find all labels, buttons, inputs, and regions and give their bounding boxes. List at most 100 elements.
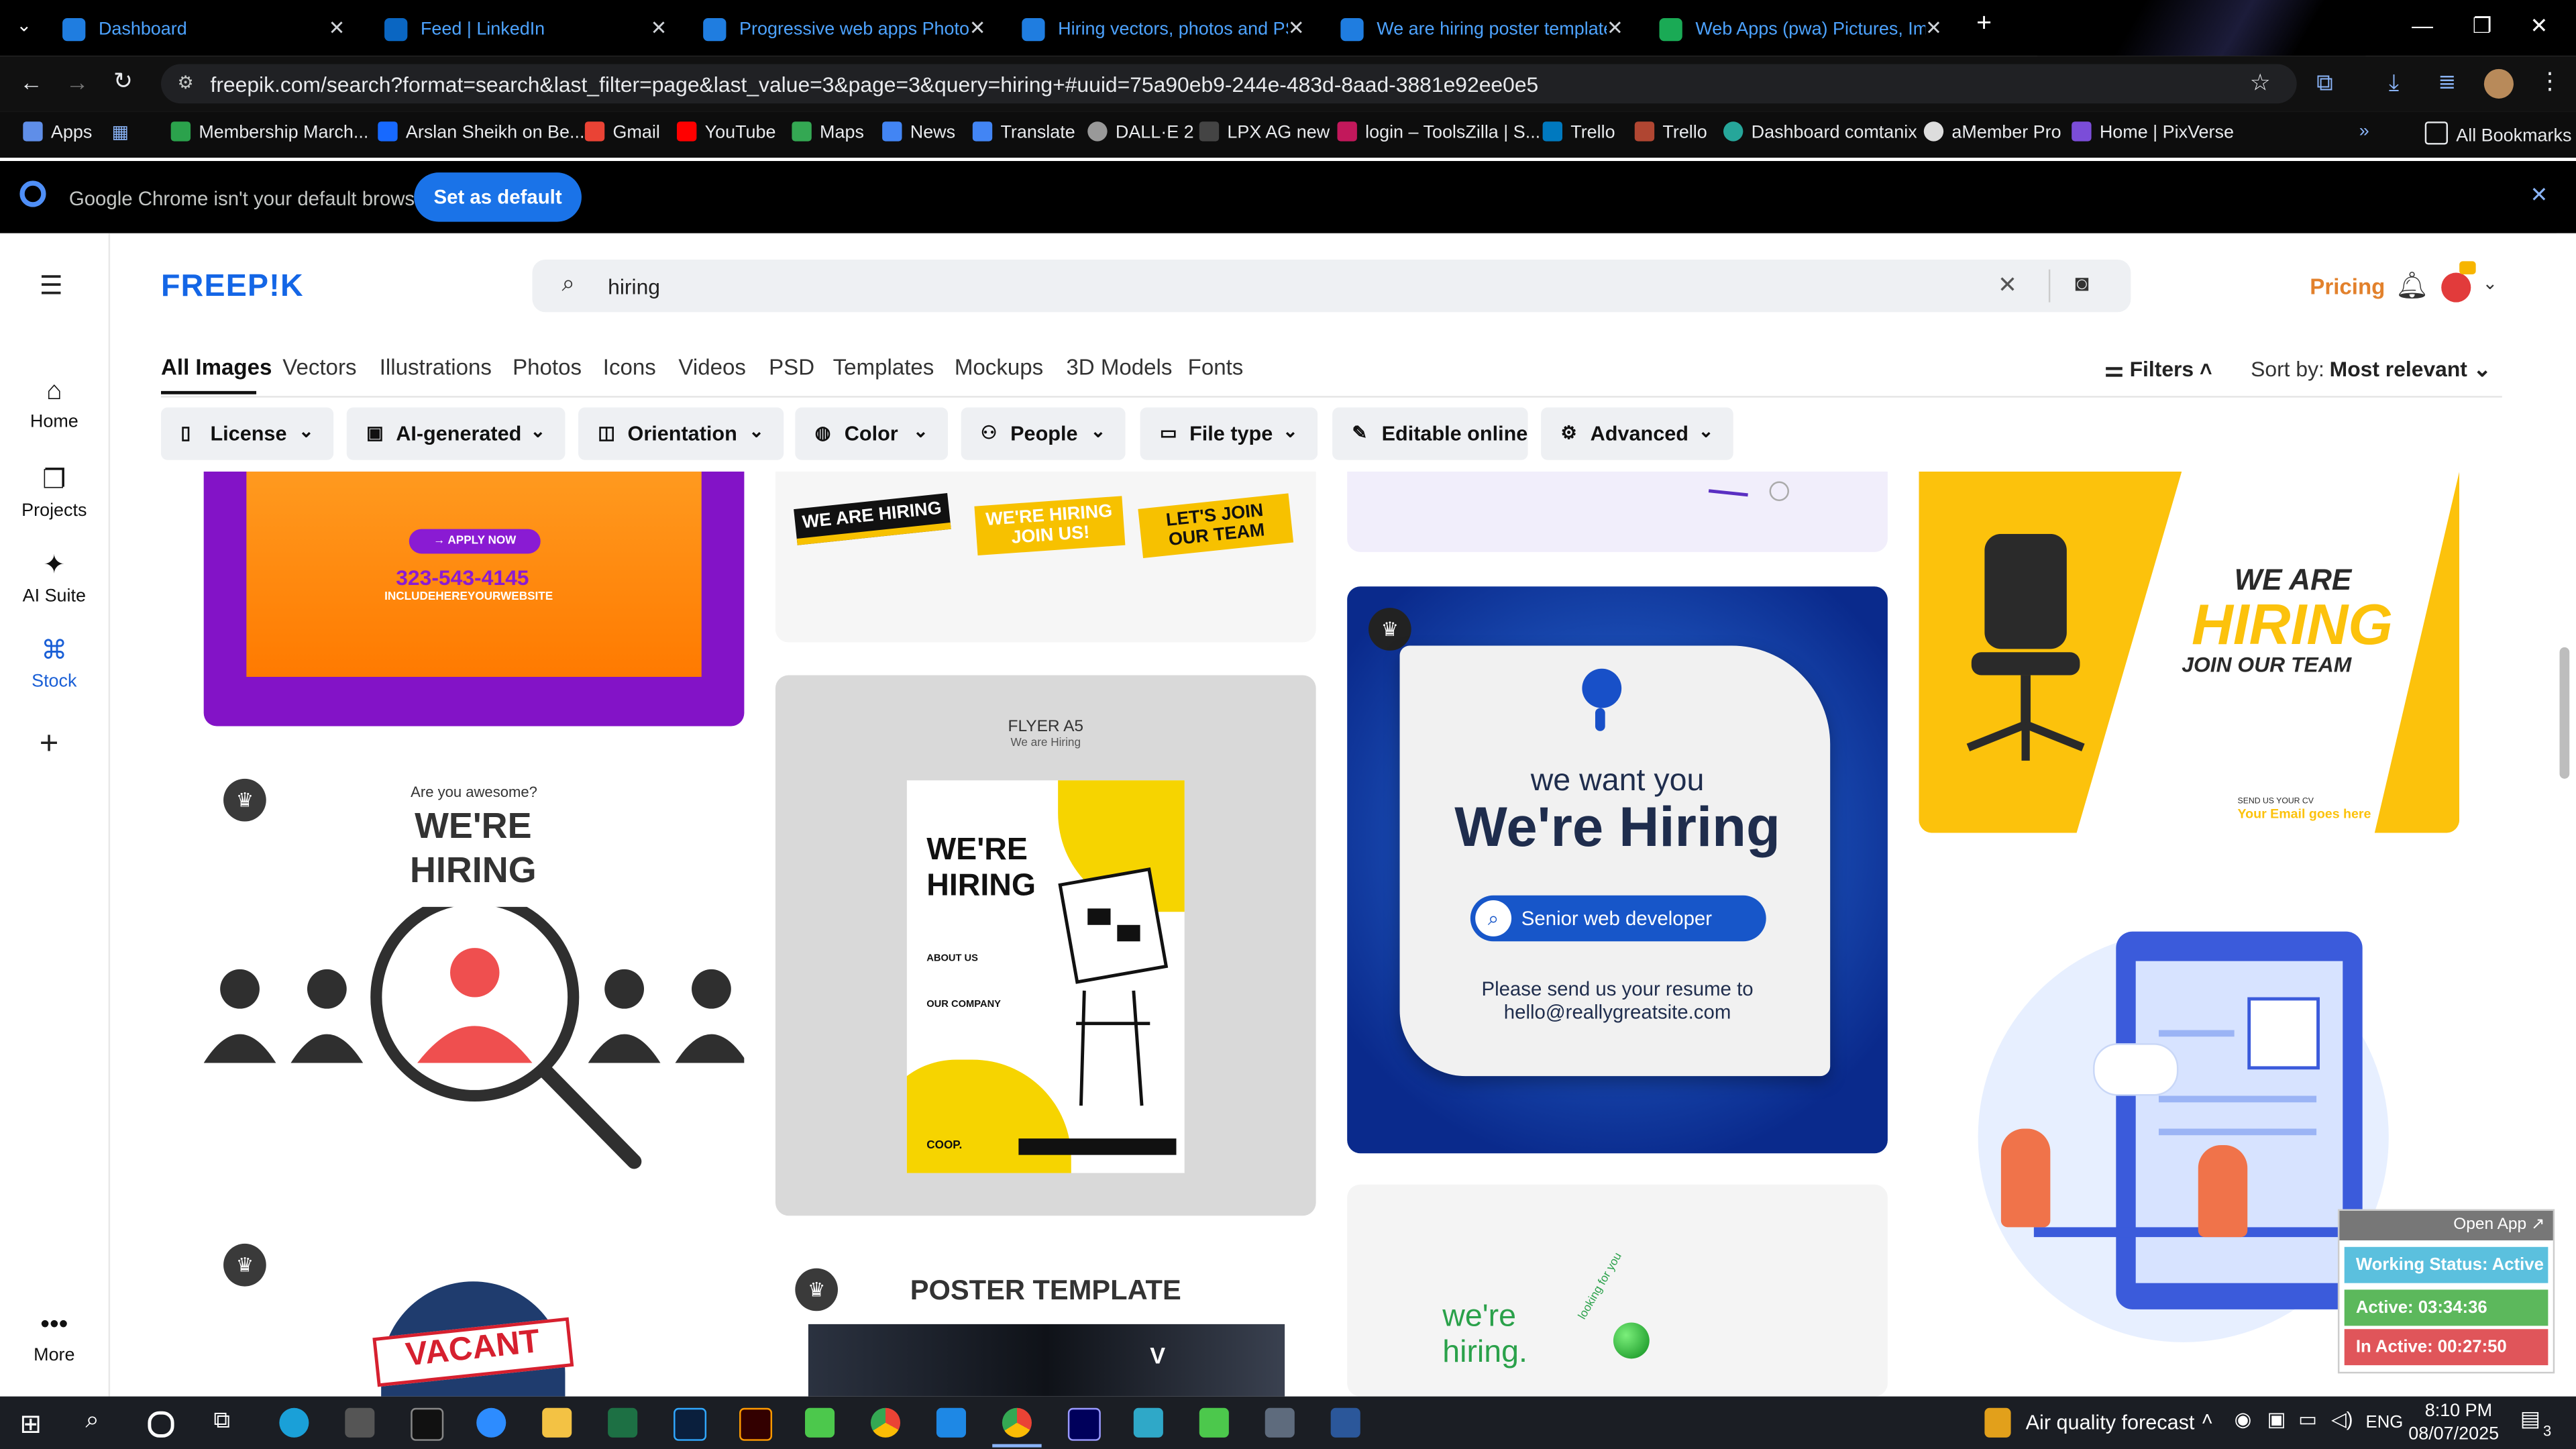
tab-hiring-vectors[interactable]: Hiring vectors, photos and PSD ✕ [1006, 8, 1318, 54]
edge-icon[interactable] [279, 1407, 309, 1438]
close-icon[interactable]: ✕ [329, 16, 345, 39]
chrome-active-icon[interactable] [1002, 1407, 1032, 1438]
add-icon[interactable]: + [40, 726, 59, 763]
tab-3d-models[interactable]: 3D Models [1066, 355, 1172, 380]
tab-hiring-poster[interactable]: We are hiring poster template | ✕ [1324, 8, 1636, 54]
profile-avatar[interactable] [2483, 68, 2514, 99]
tab-illustrations[interactable]: Illustrations [380, 355, 492, 380]
bookmark-item[interactable]: Dashboard comtanix [1723, 121, 1917, 143]
page-scrollbar[interactable] [2556, 233, 2576, 1397]
tab-search-icon[interactable]: ⌄ [16, 15, 32, 36]
scrollbar-thumb[interactable] [2559, 647, 2570, 779]
excel-icon[interactable] [608, 1407, 638, 1438]
tab-icons[interactable]: Icons [603, 355, 656, 380]
bookmark-item[interactable]: Translate [972, 121, 1075, 143]
photoshop-icon[interactable] [674, 1407, 707, 1441]
nav-stock[interactable]: ⌘ Stock [0, 634, 109, 692]
bookmark-item[interactable]: DALL·E 2 [1087, 121, 1194, 143]
app-icon[interactable] [805, 1407, 835, 1438]
tab-videos[interactable]: Videos [678, 355, 746, 380]
bookmark-item[interactable]: Gmail [584, 121, 660, 143]
zoom-icon[interactable] [476, 1407, 506, 1438]
bookmark-star-icon[interactable]: ☆ [2250, 69, 2271, 97]
bookmark-item[interactable]: Arslan Sheikh on Be... [378, 121, 584, 143]
app-icon[interactable] [1133, 1407, 1163, 1438]
bookmark-item[interactable]: Trello [1634, 121, 1707, 143]
app-icon[interactable] [1199, 1407, 1229, 1438]
tab-mockups[interactable]: Mockups [955, 355, 1043, 380]
tab-web-apps[interactable]: Web Apps (pwa) Pictures, Imag ✕ [1643, 8, 1955, 54]
close-icon[interactable]: ✕ [651, 16, 667, 39]
tab-dashboard[interactable]: Dashboard ✕ [46, 8, 358, 54]
grid-icon[interactable]: ▦ [112, 121, 129, 143]
filters-toggle[interactable]: ⚌ Filters ˄ [2104, 356, 2212, 382]
bookmark-item[interactable]: aMember Pro [1923, 121, 2061, 143]
user-avatar[interactable] [2441, 272, 2471, 303]
bookmark-item[interactable]: News [882, 121, 955, 143]
nav-ai-suite[interactable]: ✦ AI Suite [0, 549, 109, 606]
nav-projects[interactable]: ❐ Projects [0, 464, 109, 521]
close-icon[interactable]: ✕ [1925, 16, 1942, 39]
hamburger-icon[interactable]: ☰ [40, 270, 63, 303]
task-view-icon[interactable]: ⧉ [213, 1406, 229, 1434]
result-card-vacant[interactable]: ♛ VACANT [203, 1222, 745, 1397]
file-explorer-icon[interactable] [542, 1407, 572, 1438]
set-default-button[interactable]: Set as default [414, 172, 582, 222]
air-quality-text[interactable]: Air quality forecast [2026, 1411, 2195, 1434]
word-icon[interactable] [1330, 1407, 1360, 1438]
terminal-icon[interactable] [411, 1407, 444, 1441]
download-icon[interactable]: ⤓ [2389, 69, 2399, 97]
tab-photos[interactable]: Photos [513, 355, 582, 380]
tab-templates[interactable]: Templates [833, 355, 934, 380]
bookmark-item[interactable]: YouTube [676, 121, 776, 143]
pen-icon[interactable] [345, 1407, 375, 1438]
close-icon[interactable]: ✕ [1607, 16, 1623, 39]
bookmark-item[interactable]: Home | PixVerse [2072, 121, 2234, 143]
illustrator-icon[interactable] [739, 1407, 773, 1441]
media-icon[interactable]: ≣ [2438, 69, 2456, 95]
close-icon[interactable]: ✕ [1288, 16, 1305, 39]
volume-icon[interactable]: ◁) [2331, 1408, 2353, 1431]
tab-psd[interactable]: PSD [769, 355, 814, 380]
open-app-link[interactable]: Open App ↗ [2339, 1210, 2553, 1240]
back-icon[interactable]: ← [19, 69, 42, 95]
new-tab-icon[interactable]: + [1976, 10, 1992, 40]
result-card-poster-template[interactable]: ♛ POSTER TEMPLATE V [775, 1248, 1316, 1397]
vscode-icon[interactable] [936, 1407, 967, 1438]
tray-icon[interactable]: ▣ [2267, 1408, 2286, 1431]
bookmark-item[interactable]: Trello [1542, 121, 1615, 143]
filter-file-type[interactable]: ▭ File type ⌄ [1140, 407, 1318, 460]
tray-icon[interactable]: ◉ [2235, 1408, 2252, 1431]
all-bookmarks[interactable]: All Bookmarks [2424, 121, 2571, 146]
tab-vectors[interactable]: Vectors [282, 355, 356, 380]
bell-icon[interactable]: 🔔︎ [2396, 270, 2429, 303]
cortana-icon[interactable] [148, 1411, 174, 1438]
close-icon[interactable]: ✕ [2530, 182, 2548, 209]
clear-search-icon[interactable]: ✕ [1998, 271, 2017, 299]
chevron-down-icon[interactable]: ⌄ [2482, 273, 2498, 294]
restore-icon[interactable]: ❐ [2473, 13, 2492, 40]
clock-date[interactable]: 08/07/2025 [2408, 1424, 2499, 1444]
tab-pwa-photos[interactable]: Progressive web apps Photos | ✕ [687, 8, 999, 54]
nav-home[interactable]: ⌂ Home [0, 378, 109, 432]
language-indicator[interactable]: ENG [2366, 1413, 2404, 1432]
forward-icon[interactable]: → [66, 69, 89, 95]
tab-fonts[interactable]: Fonts [1188, 355, 1244, 380]
more-bookmarks-icon[interactable]: » [2359, 121, 2369, 141]
menu-icon[interactable]: ⋮ [2538, 67, 2561, 95]
search-input[interactable]: hiring [608, 274, 660, 299]
extensions-icon[interactable]: ⧉ [2316, 69, 2332, 97]
filter-editable-online[interactable]: ✎ Editable online [1332, 407, 1528, 460]
search-icon[interactable]: ⌕ [85, 1406, 99, 1434]
close-icon[interactable]: ✕ [969, 16, 986, 39]
chevron-up-icon[interactable]: ˄ [2202, 1408, 2213, 1431]
camera-icon[interactable]: ◙ [2075, 270, 2089, 296]
result-card-magnifier[interactable]: ♛ Are you awesome? WE'RE HIRING [203, 759, 745, 1187]
sort-select[interactable]: Most relevant ⌄ [2330, 356, 2491, 382]
result-card-lavender[interactable] [1347, 471, 1888, 552]
filter-color[interactable]: ◍ Color ⌄ [795, 407, 949, 460]
result-card-flyer-a5[interactable]: FLYER A5 We are Hiring WE'RE HIRING ABOU… [775, 675, 1316, 1216]
network-icon[interactable]: ▭ [2298, 1408, 2317, 1431]
nav-more[interactable]: ••• More [0, 1311, 109, 1365]
pricing-link[interactable]: Pricing [2310, 274, 2385, 299]
